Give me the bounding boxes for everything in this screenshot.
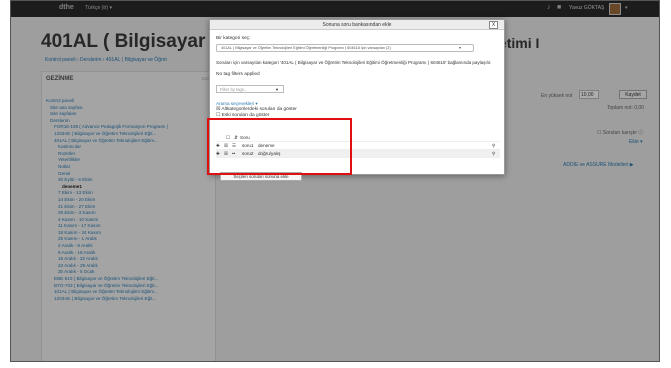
subcategory-checkbox[interactable]: ☒ Altkategorilerdeki soruları da göster	[216, 107, 297, 112]
select-category-label: Bir kategori seç:	[216, 36, 251, 41]
category-select-value: 401AL ( Bilgisayar ve Öğretim Teknolojil…	[221, 46, 391, 50]
tag-filter-placeholder: Filter by tags...	[220, 87, 248, 92]
category-select[interactable]: 401AL ( Bilgisayar ve Öğretim Teknolojil…	[216, 44, 474, 52]
subcategory-label: Altkategorilerdeki soruları da göster	[221, 107, 297, 112]
dialog-title: Sonuna soru bankasından ekle	[210, 20, 504, 30]
category-info: Soruları için varsayılan kategori '401AL…	[216, 60, 492, 65]
chevron-down-icon: ▼	[275, 87, 279, 92]
close-button[interactable]: X	[489, 21, 498, 29]
preview-icon[interactable]: ⚲	[492, 143, 495, 149]
tag-filter-input[interactable]: Filter by tags... ▼	[216, 85, 284, 93]
preview-icon[interactable]: ⚲	[492, 151, 495, 157]
tag-filter-status: No tag filters applied	[216, 72, 260, 77]
chevron-down-icon: ▾	[458, 45, 461, 50]
browser-frame: dthe Türkçe (tr) ▾ ♪ ■ Yavuz GÖKTAŞ ▾ 40…	[10, 0, 660, 362]
highlight-annotation	[207, 118, 352, 175]
